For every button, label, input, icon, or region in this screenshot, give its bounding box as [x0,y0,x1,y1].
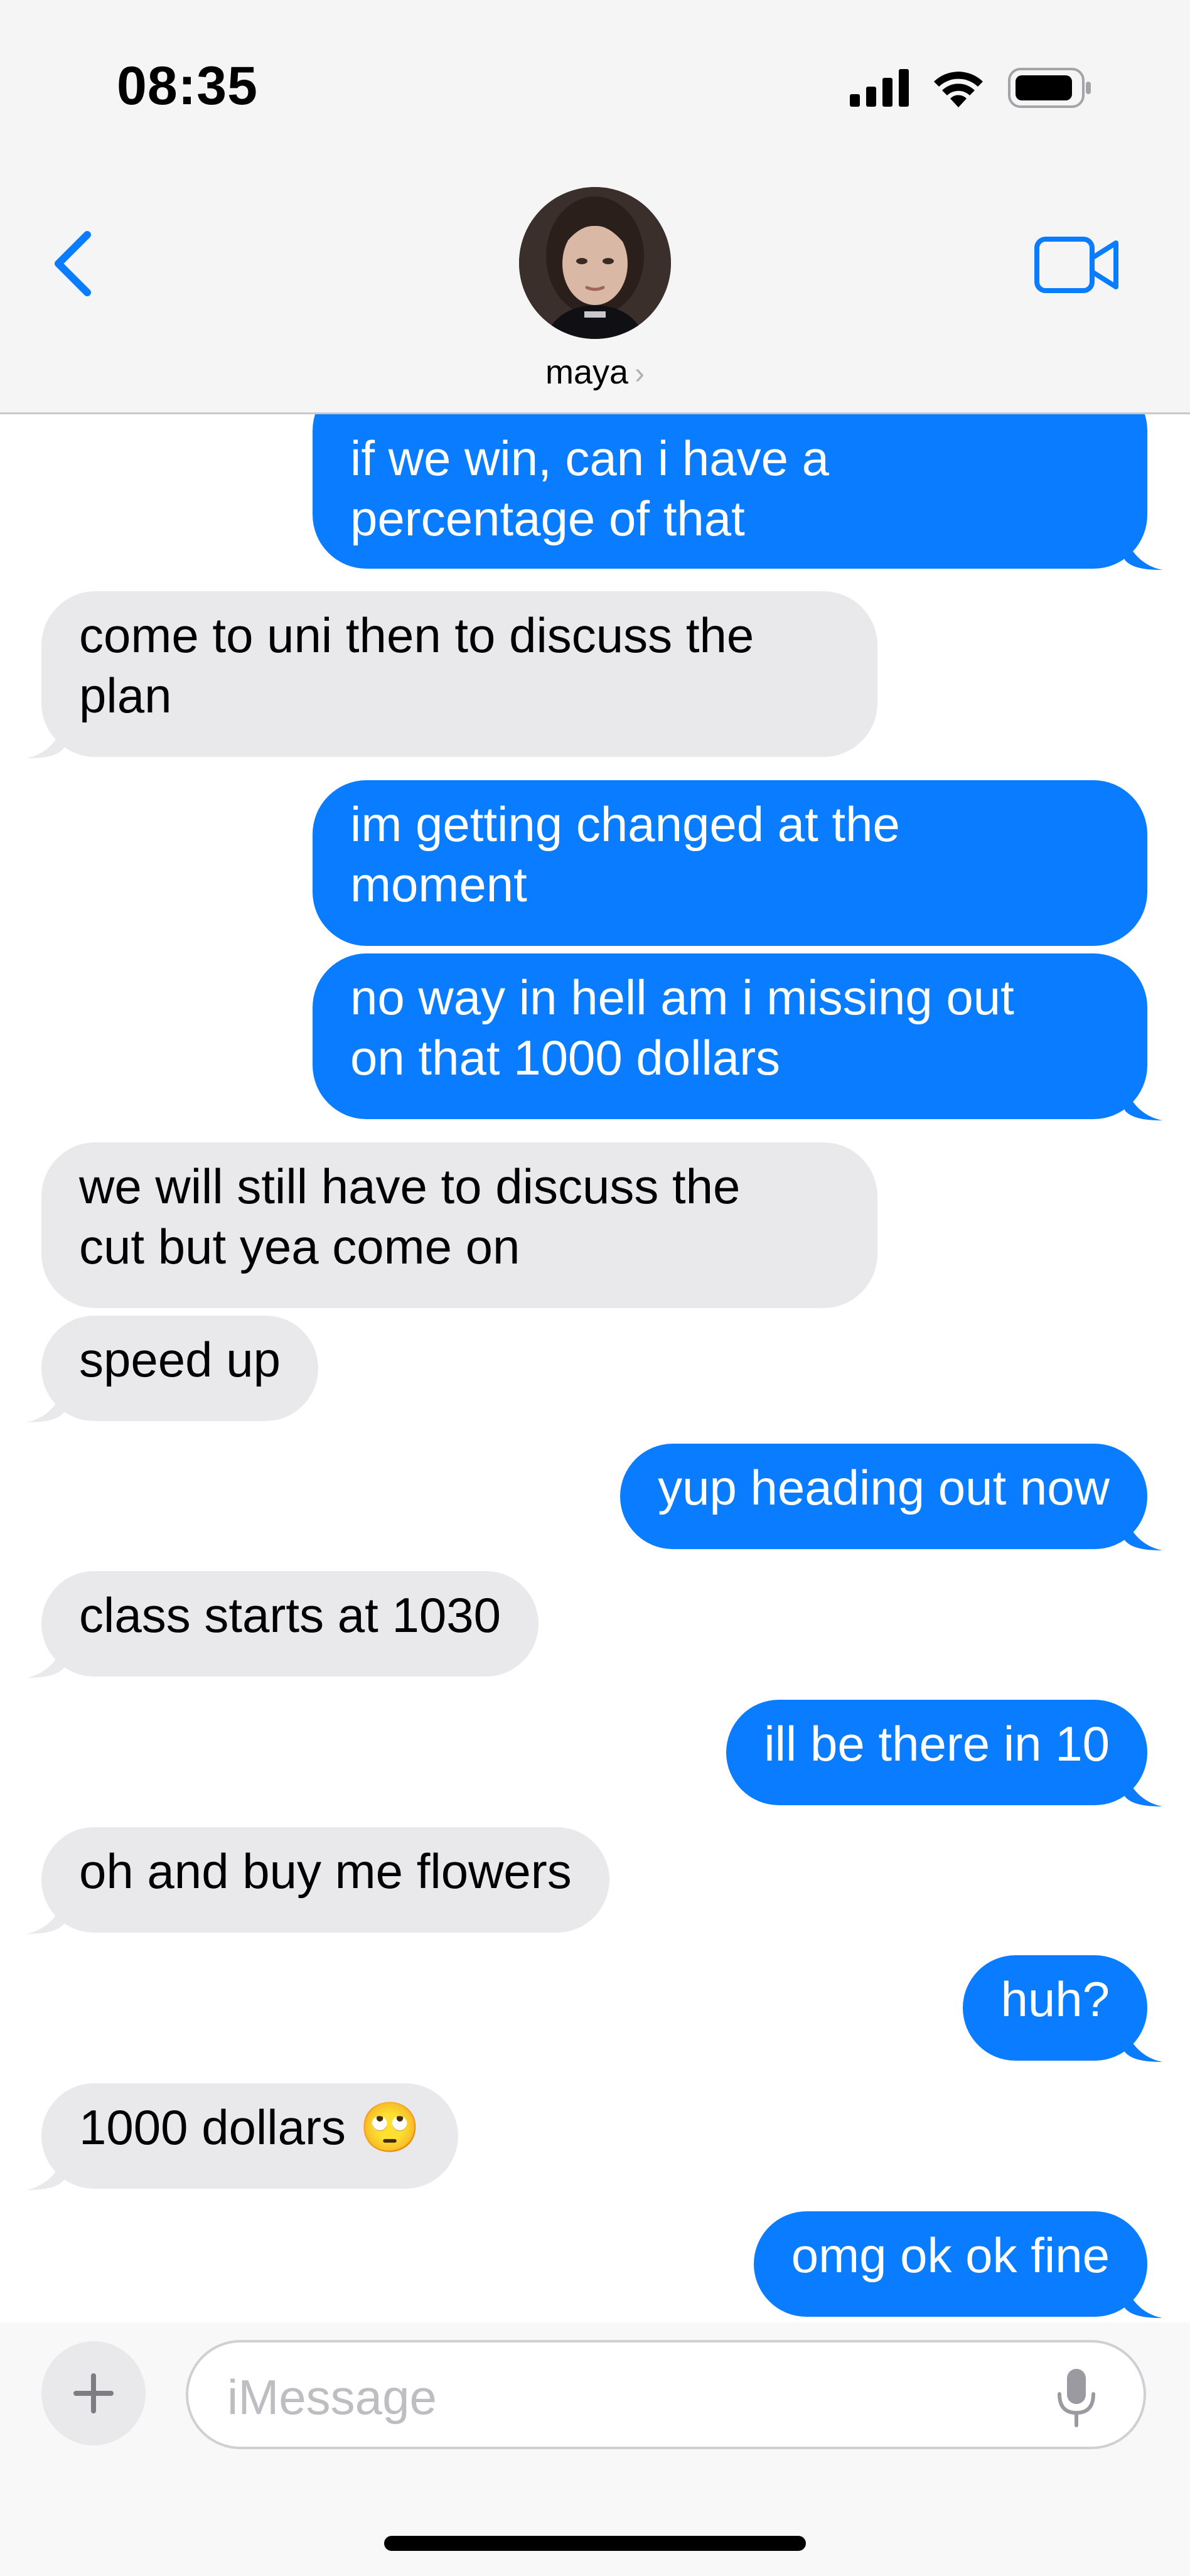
bubble-tail [1125,1085,1162,1120]
message-bubble-sent[interactable]: omg ok ok fine [753,2211,1147,2317]
video-call-button[interactable] [1033,233,1121,296]
contact-name[interactable]: maya › [0,353,1190,392]
battery-icon [1008,68,1091,108]
message-bubble-received[interactable]: class starts at 1030 [41,1571,539,1677]
status-time: 08:35 [117,56,258,116]
message-input[interactable]: iMessage [186,2340,1146,2449]
plus-icon [73,2373,114,2413]
messages-screen: if we win, can i have a percentage of th… [0,0,1190,2576]
message-bubble-sent[interactable]: huh? [963,1955,1147,2061]
conversation-header: 08:35 maya › [0,0,1190,414]
message-input-placeholder: iMessage [227,2369,437,2425]
message-bubble-sent[interactable]: yup heading out now [620,1444,1147,1549]
message-bubble-received[interactable]: oh and buy me flowers [41,1827,609,1933]
contact-name-label: maya [545,353,629,391]
home-indicator[interactable] [384,2536,806,2551]
bubble-tail [26,1643,64,1678]
message-bubble-sent[interactable]: ill be there in 10 [726,1700,1147,1805]
bubble-tail [26,1387,64,1422]
bubble-tail [1125,2027,1162,2062]
message-bubble-received[interactable]: speed up [41,1316,318,1421]
wifi-icon [934,72,983,107]
message-bubble-received[interactable]: 1000 dollars 🙄 [41,2083,458,2189]
bubble-tail [1125,2283,1162,2318]
bubble-tail [1125,1515,1162,1550]
status-icons [850,65,1092,110]
apps-plus-button[interactable] [41,2341,146,2445]
bubble-tail [1125,1771,1162,1806]
back-button[interactable] [44,226,100,301]
message-bubble-received[interactable]: come to uni then to discuss the plan [41,591,877,757]
message-bubble-sent[interactable]: no way in hell am i missing out on that … [313,953,1147,1119]
bubble-tail [26,723,64,758]
message-bubble-received[interactable]: we will still have to discuss the cut bu… [41,1142,877,1308]
chevron-right-icon: › [635,357,645,390]
avatar-photo [519,187,671,339]
contact-avatar[interactable] [519,187,671,339]
video-camera-icon [1034,237,1118,293]
microphone-icon[interactable] [1054,2366,1098,2429]
bubble-tail [26,1899,64,1934]
chevron-left-icon [55,231,91,296]
bubble-tail [1125,535,1162,570]
bubble-tail [26,2155,64,2190]
message-bubble-sent[interactable]: im getting changed at the moment [313,780,1147,946]
cellular-signal-icon [850,69,909,107]
